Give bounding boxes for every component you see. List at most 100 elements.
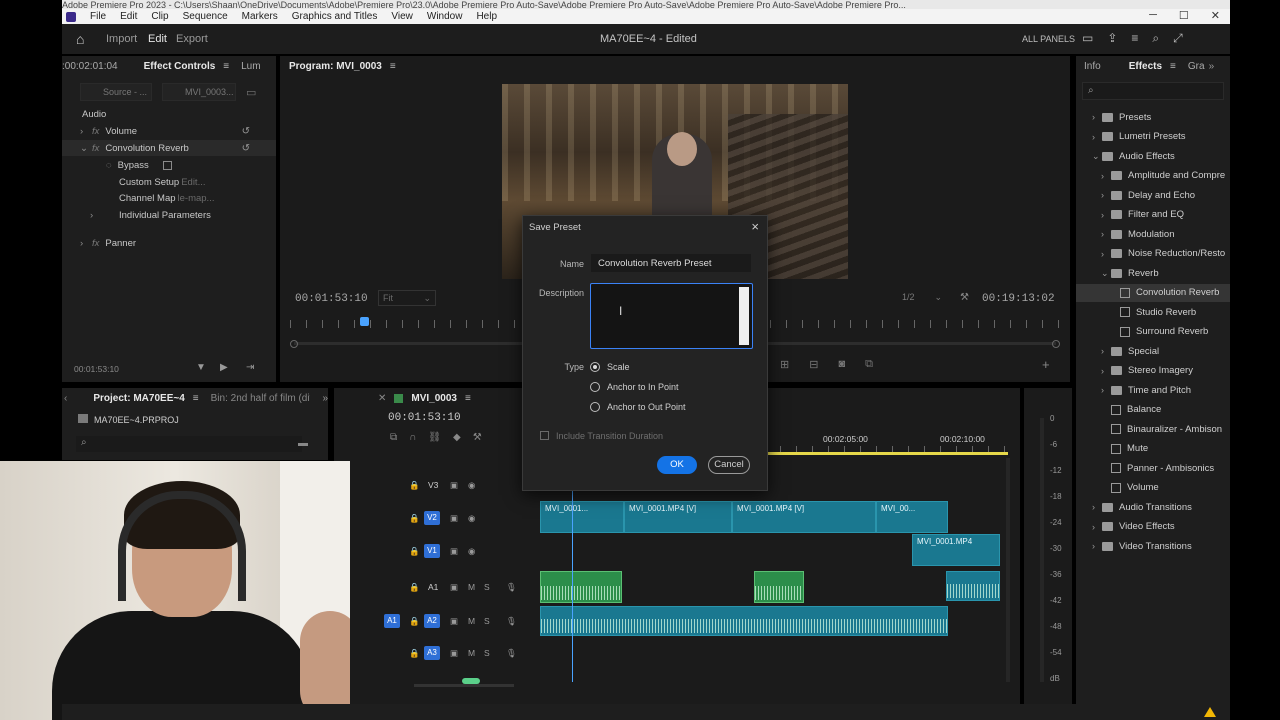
radio-anchor-in[interactable]: [590, 382, 600, 392]
panel-menu-icon[interactable]: ≡: [390, 61, 396, 72]
eye-icon[interactable]: ◉: [468, 513, 475, 524]
video-clip[interactable]: MVI_00...: [876, 501, 948, 533]
lock-icon[interactable]: 🔒: [409, 648, 420, 659]
effects-tree-item[interactable]: › Amplitude and Compre: [1076, 167, 1230, 185]
toggle-timeline-icon[interactable]: ▭: [246, 86, 256, 99]
effects-tree-item[interactable]: › Delay and Echo: [1076, 186, 1230, 204]
search-icon[interactable]: ⌕: [1152, 31, 1159, 46]
linked-selection-icon[interactable]: ⛓: [428, 432, 441, 443]
timeline-zoom-handle[interactable]: [462, 678, 480, 684]
effects-tree-item[interactable]: Binauralizer - Ambison: [1076, 420, 1230, 438]
settings-wrench-icon[interactable]: ⚒: [473, 432, 482, 443]
bypass-checkbox[interactable]: [162, 160, 172, 170]
tab-sequence[interactable]: MVI_0003: [411, 393, 457, 404]
panel-layout-icon[interactable]: ▭: [1082, 31, 1093, 46]
effects-tree-item[interactable]: › Filter and EQ: [1076, 206, 1230, 224]
chevron-right-icon[interactable]: ›: [1101, 229, 1111, 239]
sync-icon[interactable]: ▣: [450, 616, 458, 627]
video-clip[interactable]: MVI_0001...: [540, 501, 624, 533]
filter-icon[interactable]: ▼: [196, 362, 206, 373]
zoom-handle-left[interactable]: [290, 340, 298, 348]
effects-tree-item[interactable]: › Noise Reduction/Resto: [1076, 245, 1230, 263]
mute-icon[interactable]: M: [468, 582, 475, 592]
solo-icon[interactable]: S: [484, 582, 490, 592]
channel-map-edit-button[interactable]: le-map...: [178, 193, 215, 204]
snap-icon[interactable]: ∩: [409, 432, 416, 443]
track-label[interactable]: A2: [424, 614, 440, 628]
menu-markers[interactable]: Markers: [242, 11, 278, 22]
eye-icon[interactable]: ◉: [468, 480, 475, 491]
minimize-icon[interactable]: ─: [1149, 9, 1157, 22]
sync-icon[interactable]: ▣: [450, 648, 458, 659]
export-icon[interactable]: ⇥: [246, 362, 254, 373]
source-patch-a1[interactable]: A1: [384, 614, 400, 628]
tab-effects[interactable]: Effects: [1129, 61, 1162, 72]
panel-menu-icon[interactable]: ≡: [193, 393, 199, 404]
reset-icon[interactable]: ↺: [242, 126, 250, 137]
chevron-right-icon[interactable]: ›: [1101, 190, 1111, 200]
effects-tree-item[interactable]: Volume: [1076, 479, 1230, 497]
effect-convolution-row[interactable]: ⌄ fx Convolution Reverb ↺: [62, 140, 276, 156]
program-playhead[interactable]: [360, 317, 369, 326]
individual-parameters-row[interactable]: › Individual Parameters: [62, 207, 276, 223]
wrench-icon[interactable]: ⚒: [960, 292, 969, 303]
all-panels-label[interactable]: ALL PANELS: [1022, 34, 1075, 44]
new-bin-icon[interactable]: ▬: [298, 438, 308, 449]
stopwatch-icon[interactable]: ◌: [106, 160, 112, 171]
track-label[interactable]: V2: [424, 511, 440, 525]
chevron-right-icon[interactable]: ›: [1092, 132, 1102, 142]
effects-tree-item[interactable]: Surround Reverb: [1076, 323, 1230, 341]
effect-volume-row[interactable]: › fx Volume ↺: [62, 123, 276, 139]
effects-tree-item[interactable]: › Modulation: [1076, 225, 1230, 243]
lock-icon[interactable]: 🔒: [409, 546, 420, 557]
menu-help[interactable]: Help: [476, 11, 497, 22]
audio-clip[interactable]: [754, 571, 804, 603]
mute-icon[interactable]: M: [468, 648, 475, 658]
effects-tree-item[interactable]: Balance: [1076, 401, 1230, 419]
home-icon[interactable]: ⌂: [76, 31, 92, 47]
name-input[interactable]: [591, 254, 751, 272]
lock-icon[interactable]: 🔒: [409, 616, 420, 627]
add-marker-icon[interactable]: ◆: [453, 432, 461, 443]
radio-scale-label[interactable]: Scale: [607, 362, 630, 372]
radio-anchor-in-label[interactable]: Anchor to In Point: [607, 382, 679, 392]
video-clip[interactable]: MVI_0001.MP4 [V]: [624, 501, 732, 533]
timeline-scrollbar[interactable]: [1006, 458, 1010, 682]
tab-project[interactable]: Project: MA70EE~4: [93, 393, 184, 404]
effect-panner-row[interactable]: › fx Panner: [62, 235, 276, 251]
chevron-right-icon[interactable]: ›: [1092, 541, 1102, 551]
video-clip[interactable]: MVI_0001.MP4 [V]: [732, 501, 876, 533]
tab-lumetri[interactable]: Lum: [241, 61, 260, 72]
description-textarea[interactable]: I: [590, 283, 753, 349]
mute-icon[interactable]: M: [468, 616, 475, 626]
extract-icon[interactable]: ⊟: [809, 358, 818, 371]
menu-icon[interactable]: ≡: [1131, 31, 1138, 46]
chevron-right-icon[interactable]: ›: [80, 238, 92, 249]
project-search-input[interactable]: ⌕: [76, 436, 302, 452]
chevron-right-icon[interactable]: ›: [1101, 249, 1111, 259]
audio-clip[interactable]: [946, 571, 1000, 601]
mic-icon[interactable]: 🎙: [506, 582, 517, 593]
project-file[interactable]: MA70EE~4.PRPROJ: [78, 414, 179, 425]
menu-edit[interactable]: Edit: [120, 11, 137, 22]
solo-icon[interactable]: S: [484, 648, 490, 658]
close-sequence-icon[interactable]: ✕: [378, 393, 386, 404]
program-timecode-left[interactable]: 00:01:53:10: [295, 293, 368, 305]
solo-icon[interactable]: S: [484, 616, 490, 626]
effects-search-input[interactable]: ⌕: [1082, 82, 1224, 100]
sync-icon[interactable]: ▣: [450, 480, 458, 491]
audio-clip[interactable]: [540, 606, 948, 636]
fit-dropdown[interactable]: Fit ⌄: [378, 290, 436, 306]
lock-icon[interactable]: 🔒: [409, 513, 420, 524]
effects-tree-item[interactable]: › Presets: [1076, 108, 1230, 126]
compare-icon[interactable]: ⧉: [865, 358, 873, 371]
play-audio-icon[interactable]: ▶: [220, 362, 228, 373]
menu-clip[interactable]: Clip: [151, 11, 168, 22]
zoom-handle-right[interactable]: [1052, 340, 1060, 348]
camera-icon[interactable]: ◙: [838, 358, 845, 371]
chevron-right-icon[interactable]: ›: [1101, 385, 1111, 395]
timeline-timecode[interactable]: 00:01:53:10: [388, 412, 461, 424]
effects-tree-item[interactable]: › Audio Transitions: [1076, 498, 1230, 516]
description-scrollbar[interactable]: [739, 287, 749, 345]
effects-tree-item[interactable]: ⌄ Audio Effects: [1076, 147, 1230, 165]
